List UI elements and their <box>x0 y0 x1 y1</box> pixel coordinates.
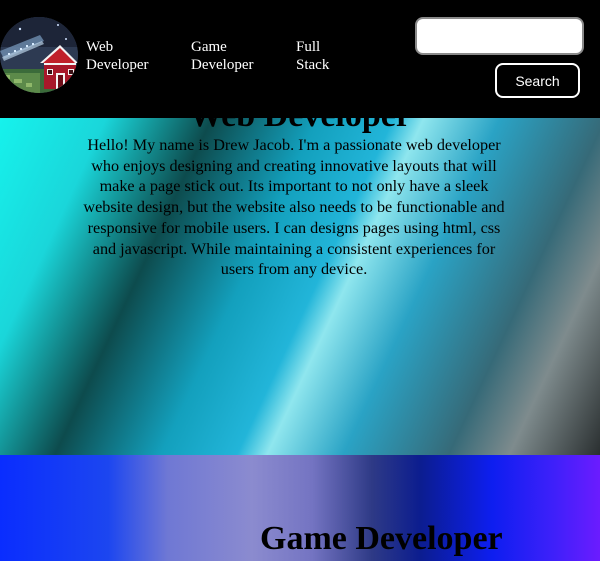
nav-link-full-stack-line1: Full <box>296 39 321 55</box>
page: Web Developer Hello! My name is Drew Jac… <box>0 0 600 561</box>
nav-link-game-developer-line2: Developer <box>191 57 254 73</box>
search-input[interactable] <box>415 17 584 55</box>
nav-link-full-stack-line2: Stack <box>296 57 330 73</box>
nav-link-web-developer-line1: Web <box>86 39 114 55</box>
web-developer-heading: Web Developer <box>0 118 600 136</box>
game-developer-section: Game Developer <box>0 455 600 561</box>
site-header: Web Developer Game Developer Full Stack … <box>0 0 600 118</box>
web-developer-description: Hello! My name is Drew Jacob. I'm a pass… <box>83 136 505 279</box>
web-developer-section: Web Developer Hello! My name is Drew Jac… <box>0 118 600 455</box>
logo-artwork <box>0 17 78 93</box>
nav-link-game-developer-line1: Game <box>191 39 227 55</box>
nav-link-web-developer[interactable]: Web Developer <box>86 38 148 74</box>
nav-link-full-stack[interactable]: Full Stack <box>296 38 329 74</box>
nav-link-game-developer[interactable]: Game Developer <box>191 38 253 74</box>
search-button[interactable]: Search <box>495 63 580 98</box>
pixel-house-logo-icon[interactable] <box>0 17 78 93</box>
game-developer-heading: Game Developer <box>260 520 503 557</box>
nav-link-web-developer-line2: Developer <box>86 57 149 73</box>
